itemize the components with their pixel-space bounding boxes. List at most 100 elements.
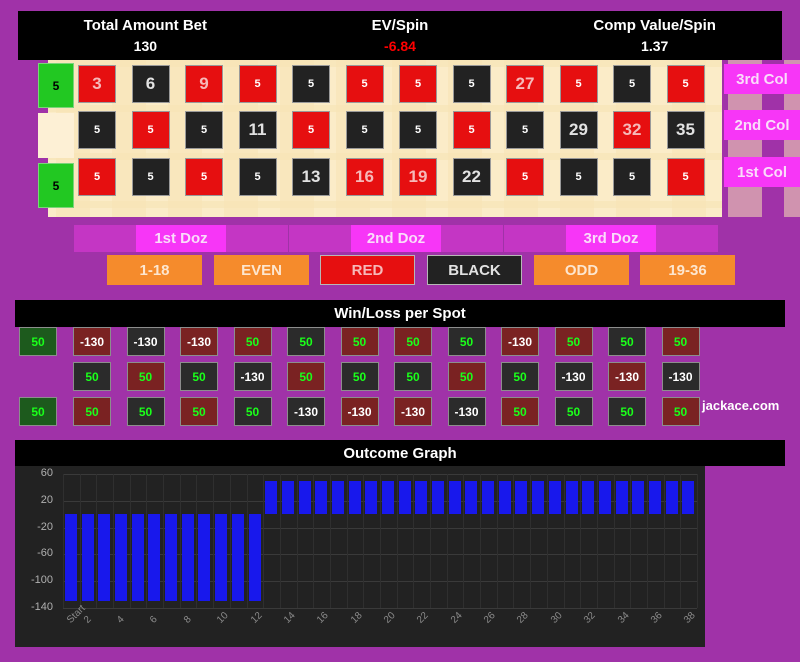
- number-cell-r2-c2[interactable]: 5: [185, 158, 223, 196]
- bet-amount: 5: [414, 78, 422, 90]
- gridline-vertical: [313, 474, 315, 608]
- x-axis-tick: 6: [148, 614, 161, 626]
- x-axis-tick: 24: [448, 610, 465, 626]
- dozen-bet-0[interactable]: 1st Doz: [136, 225, 226, 252]
- number-cell-r0-c10[interactable]: 5: [613, 65, 651, 103]
- number-cell-r2-c9[interactable]: 5: [559, 158, 598, 196]
- number-cell-r1-c11[interactable]: 35: [666, 111, 705, 149]
- winloss-cell-r2-c1: 50: [126, 397, 165, 426]
- winloss-cell-r2-c11: 50: [661, 397, 700, 426]
- winloss-cell-r2-c9: 50: [554, 397, 593, 426]
- number-cell-r2-c3[interactable]: 5: [238, 158, 277, 196]
- outside-bet-even[interactable]: EVEN: [214, 255, 309, 285]
- number-cell-r1-c6[interactable]: 5: [399, 111, 437, 149]
- outside-bet-red[interactable]: RED: [320, 255, 415, 285]
- number-cell-r2-c6[interactable]: 19: [399, 158, 437, 196]
- outside-bet-1-18[interactable]: 1-18: [107, 255, 202, 285]
- gridline-vertical: [430, 474, 432, 608]
- dozen-bet-1[interactable]: 2nd Doz: [351, 225, 441, 252]
- bet-amount: 5: [307, 124, 315, 136]
- gridline-vertical: [630, 474, 632, 608]
- number-cell-r2-c0[interactable]: 5: [78, 158, 116, 196]
- x-axis-tick: 36: [648, 610, 665, 626]
- number-cell-r1-c8[interactable]: 5: [506, 111, 544, 149]
- number-cell-r2-c7[interactable]: 22: [452, 158, 491, 196]
- number-cell-r2-c10[interactable]: 5: [613, 158, 651, 196]
- outcome-graph-title: Outcome Graph: [15, 440, 785, 466]
- number-cell-r0-c5[interactable]: 5: [345, 65, 384, 103]
- outcome-bar-20: [398, 480, 411, 515]
- outcome-bar-2: [98, 514, 111, 602]
- bet-amount: 5: [682, 171, 689, 183]
- zero-blank-cell[interactable]: [38, 113, 74, 158]
- number-cell-r1-c3[interactable]: 11: [238, 111, 277, 149]
- x-axis-tick: 22: [415, 610, 432, 626]
- bet-amount: 5: [307, 78, 315, 90]
- number-cell-r0-c0[interactable]: 3: [78, 65, 116, 103]
- outside-bets-row: 1-18 EVEN RED BLACK ODD 19-36: [74, 255, 735, 285]
- number-cell-r0-c2[interactable]: 9: [185, 65, 223, 103]
- dozen-bet-2[interactable]: 3rd Doz: [566, 225, 656, 252]
- column-bet-1[interactable]: 1st Col: [724, 157, 800, 187]
- number-cell-r2-c5[interactable]: 16: [345, 158, 384, 196]
- gridline-vertical: [563, 474, 565, 608]
- gridline-vertical: [446, 474, 448, 608]
- x-axis-tick: 2: [81, 614, 94, 626]
- number-cell-r2-c8[interactable]: 5: [506, 158, 544, 196]
- x-axis-tick: 16: [315, 610, 331, 626]
- outcome-bar-26: [498, 480, 511, 515]
- number-cell-r1-c5[interactable]: 5: [345, 111, 384, 149]
- summary-item-2: Comp Value/Spin 1.37: [527, 11, 782, 60]
- winloss-cell-r0-c11: 50: [661, 327, 700, 356]
- gridline-vertical: [380, 474, 381, 608]
- number-cell-r0-c7[interactable]: 5: [452, 65, 491, 103]
- number-cell-r1-c7[interactable]: 5: [452, 111, 491, 149]
- number-cell-r2-c1[interactable]: 5: [131, 158, 170, 196]
- number-cell-r0-c4[interactable]: 5: [292, 65, 330, 103]
- number-cell-r0-c11[interactable]: 5: [666, 65, 705, 103]
- number-cell-r1-c1[interactable]: 5: [131, 111, 170, 149]
- column-bet-3[interactable]: 3rd Col: [724, 64, 800, 94]
- number-cell-r1-c2[interactable]: 5: [185, 111, 223, 149]
- number-cell-r0-c3[interactable]: 5: [238, 65, 277, 103]
- outside-bet-black[interactable]: BLACK: [427, 255, 522, 285]
- number-cell-r0-c8[interactable]: 27: [506, 65, 544, 103]
- number-cell-r1-c9[interactable]: 29: [559, 111, 598, 149]
- bet-amount: 5: [93, 171, 101, 183]
- outcome-bar-15: [315, 480, 328, 515]
- winloss-cell-r2-c3: 50: [233, 397, 272, 426]
- x-axis-tick: 20: [382, 610, 398, 626]
- outside-bet-19-36[interactable]: 19-36: [640, 255, 735, 285]
- outcome-graph: 60 20 -20 -60 -100 -140 Start 2 4 6 8 10 12 14 16 18 20…: [15, 466, 705, 647]
- number-cell-r2-c11[interactable]: 5: [666, 158, 705, 196]
- number-cell-r1-c4[interactable]: 5: [292, 111, 330, 149]
- winloss-cell-r1-c6: 50: [394, 362, 432, 391]
- number-cell-r0-c9[interactable]: 5: [559, 65, 598, 103]
- outcome-bar-4: [131, 514, 144, 602]
- plot-area: 60 20 -20 -60 -100 -140: [31, 467, 698, 613]
- number-value: 9: [199, 74, 209, 93]
- number-cell-r0-c6[interactable]: 5: [399, 65, 437, 103]
- number-value: 19: [408, 167, 428, 186]
- zero-bet-cell-2[interactable]: 5: [38, 163, 74, 208]
- winloss-cell-r0-c4: 50: [287, 327, 325, 356]
- outcome-bar-1: [81, 514, 94, 602]
- summary-label-1: EV/Spin: [371, 16, 429, 34]
- winloss-cell-r0-c1: -130: [126, 327, 165, 356]
- number-cell-r0-c1[interactable]: 6: [131, 65, 170, 103]
- column-bet-2[interactable]: 2nd Col: [724, 110, 800, 140]
- winloss-cell-r0-c3: 50: [233, 327, 272, 356]
- bet-amount: 5: [468, 124, 475, 136]
- number-cell-r2-c4[interactable]: 13: [292, 158, 330, 196]
- zero-bet-cell-0[interactable]: 5: [38, 63, 74, 108]
- winloss-cell-r2-c7: -130: [447, 397, 486, 426]
- winloss-zero-2: 50: [19, 397, 57, 426]
- outcome-bar-23: [448, 480, 461, 515]
- number-cell-r1-c0[interactable]: 5: [78, 111, 116, 149]
- number-cell-r1-c10[interactable]: 32: [613, 111, 651, 149]
- gridline-vertical: [263, 474, 265, 608]
- gridline-vertical: [346, 474, 348, 608]
- number-value: 22: [462, 167, 481, 186]
- summary-value-2: 1.37: [641, 37, 669, 54]
- outside-bet-odd[interactable]: ODD: [534, 255, 629, 285]
